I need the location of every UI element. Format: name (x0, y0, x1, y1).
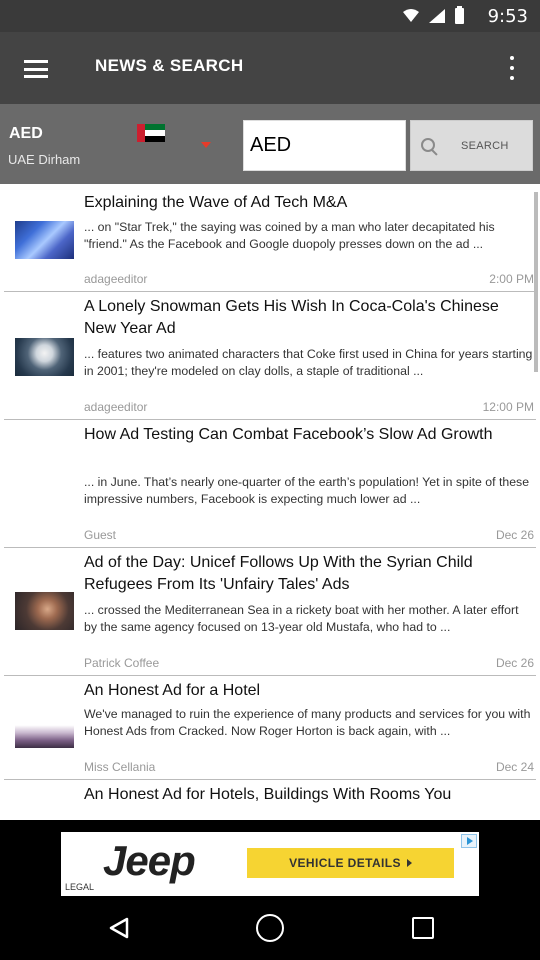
news-author: adageeditor (84, 400, 148, 414)
divider (4, 675, 536, 676)
news-headline: Explaining the Wave of Ad Tech M&A (84, 194, 348, 211)
news-date: Dec 24 (495, 760, 534, 774)
dropdown-arrow-icon[interactable] (201, 142, 211, 148)
home-circle-icon[interactable] (256, 914, 284, 942)
news-date: 2:00 PM (489, 272, 534, 286)
system-nav-bar (0, 896, 540, 960)
uae-flag-icon (137, 124, 165, 142)
news-date: Dec 26 (495, 656, 534, 670)
ad-legal-link[interactable]: LEGAL (65, 882, 94, 892)
news-thumbnail (15, 221, 74, 259)
ad-brand-logo: Jeep (103, 837, 196, 884)
news-snippet: We've managed to ruin the experience of … (84, 707, 531, 738)
news-snippet: ... crossed the Mediterranean Sea in a r… (84, 603, 519, 634)
news-list[interactable]: Explaining the Wave of Ad Tech M&A ... o… (0, 184, 540, 820)
back-triangle-icon[interactable] (108, 917, 130, 939)
news-thumbnail (15, 710, 74, 748)
status-bar: 9:53 (0, 0, 540, 32)
news-headline: An Honest Ad for Hotels, Buildings With … (84, 786, 452, 803)
currency-picker[interactable]: AED UAE Dirham (0, 104, 236, 184)
wifi-icon (403, 9, 419, 22)
news-date: 12:00 PM (482, 400, 534, 414)
currency-search-input[interactable] (243, 120, 406, 171)
status-icons (403, 6, 464, 24)
currency-search-row: AED UAE Dirham SEARCH (0, 104, 540, 184)
news-snippet: ... on "Star Trek," the saying was coine… (84, 220, 495, 251)
page-title: NEWS & SEARCH (95, 56, 244, 75)
divider (4, 779, 536, 780)
divider (4, 291, 536, 292)
news-thumbnail (15, 592, 74, 630)
ad-cta-button[interactable]: VEHICLE DETAILS (247, 848, 454, 878)
battery-icon (455, 6, 464, 24)
hamburger-menu-icon[interactable] (16, 54, 56, 84)
status-time: 9:53 (487, 6, 528, 27)
more-vert-icon[interactable] (502, 52, 522, 84)
news-author: Miss Cellania (84, 760, 156, 774)
currency-name: UAE Dirham (8, 152, 81, 167)
news-headline: A Lonely Snowman Gets His Wish In Coca-C… (84, 298, 499, 337)
signal-icon (429, 9, 445, 23)
news-thumbnail (15, 338, 74, 376)
news-date: Dec 26 (495, 528, 534, 542)
search-icon (419, 136, 439, 156)
search-button[interactable]: SEARCH (410, 120, 533, 171)
news-author: Patrick Coffee (84, 656, 160, 670)
recent-apps-square-icon[interactable] (412, 917, 434, 939)
news-author: Guest (84, 528, 117, 542)
scrollbar[interactable] (534, 192, 538, 372)
ad-cta-label: VEHICLE DETAILS (289, 856, 401, 870)
news-snippet: ... in June. That’s nearly one-quarter o… (84, 475, 530, 506)
news-snippet: ... features two animated characters tha… (84, 347, 533, 378)
currency-code: AED (9, 125, 43, 142)
cta-arrow-icon (406, 859, 412, 867)
divider (4, 419, 536, 420)
app-bar: NEWS & SEARCH (0, 32, 540, 104)
news-author: adageeditor (84, 272, 148, 286)
adchoices-icon[interactable] (461, 834, 477, 848)
news-headline: Ad of the Day: Unicef Follows Up With th… (84, 554, 473, 593)
news-headline: An Honest Ad for a Hotel (84, 682, 261, 699)
search-button-label: SEARCH (461, 139, 509, 152)
ad-banner[interactable]: Jeep LEGAL VEHICLE DETAILS (61, 832, 479, 896)
divider (4, 547, 536, 548)
news-headline: How Ad Testing Can Combat Facebook’s Slo… (84, 426, 493, 443)
